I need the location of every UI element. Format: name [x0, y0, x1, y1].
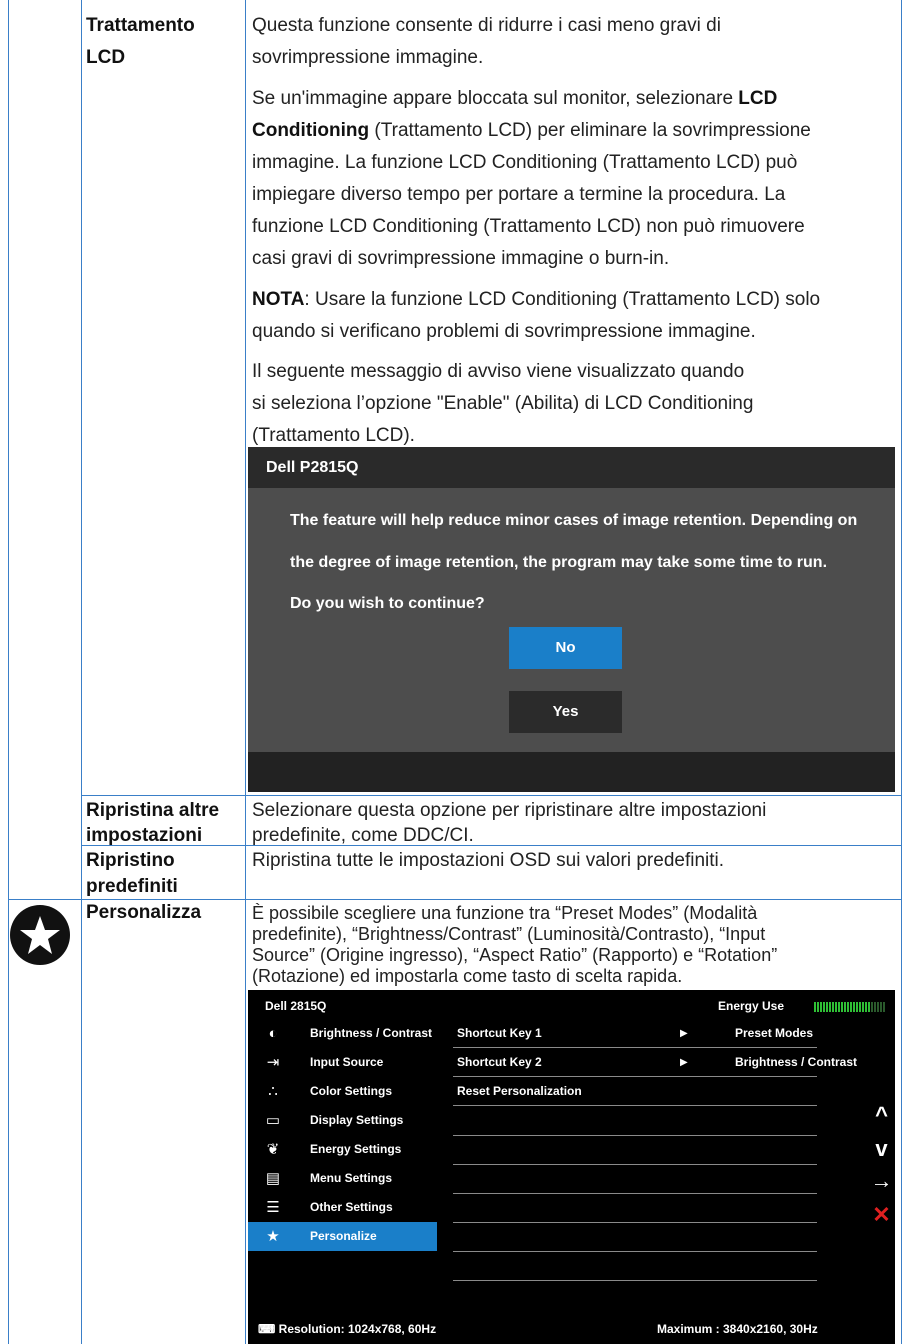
- menu-item-menu-settings[interactable]: ▤ Menu Settings: [248, 1164, 437, 1193]
- down-arrow-icon[interactable]: v: [868, 1136, 895, 1162]
- energy-bar: [823, 1002, 825, 1012]
- menu-item-personalize[interactable]: ★ Personalize: [248, 1222, 437, 1251]
- right-arrow-icon: ▶: [680, 1028, 688, 1039]
- energy-bar: [856, 1002, 858, 1012]
- energy-bar: [883, 1002, 885, 1012]
- color-settings-icon: ∴: [268, 1083, 278, 1100]
- osd-title: Dell 2815Q: [265, 999, 327, 1013]
- separator: [453, 1193, 817, 1194]
- menu-item-display-settings[interactable]: ▭ Display Settings: [248, 1106, 437, 1135]
- dialog-footer: [248, 752, 895, 792]
- energy-bar: [829, 1002, 831, 1012]
- energy-bar: [853, 1002, 855, 1012]
- energy-use-label: Energy Use: [718, 999, 785, 1013]
- dialog-title: Dell P2815Q: [248, 447, 895, 488]
- table-border-col1: [81, 0, 82, 1344]
- separator: [453, 1164, 817, 1165]
- shortcut-key-1-row[interactable]: Shortcut Key 1 ▶ Preset Modes: [453, 1019, 817, 1048]
- menu-settings-icon: ▤: [265, 1170, 281, 1187]
- energy-bar: [817, 1002, 819, 1012]
- menu-item-color-settings[interactable]: ∴ Color Settings: [248, 1077, 437, 1106]
- separator: [453, 1251, 817, 1252]
- dialog-message-2: the degree of image retention, the progr…: [290, 554, 828, 571]
- row-label-other-settings-reset: Ripristina altre impostazioni: [86, 800, 220, 846]
- lcd-note: NOTA: Usare la funzione LCD Conditioning…: [252, 289, 821, 342]
- reset-personalization-row[interactable]: Reset Personalization: [453, 1077, 817, 1106]
- energy-bar: [844, 1002, 846, 1012]
- energy-bar: [835, 1002, 837, 1012]
- star-icon: ★: [266, 1228, 280, 1245]
- dialog-message-1: The feature will help reduce minor cases…: [290, 512, 858, 529]
- energy-bar: [865, 1002, 867, 1012]
- table-border-left: [8, 0, 9, 1344]
- energy-settings-icon: ❦: [266, 1141, 280, 1158]
- energy-bar: [841, 1002, 843, 1012]
- enter-arrow-icon[interactable]: →: [868, 1168, 895, 1194]
- energy-bar: [862, 1002, 864, 1012]
- dialog-message-3: Do you wish to continue?: [290, 595, 485, 612]
- right-arrow-icon: ▶: [680, 1057, 688, 1068]
- yes-button[interactable]: Yes: [509, 691, 622, 733]
- brightness-icon: ◐: [268, 1025, 278, 1042]
- exit-x-icon[interactable]: ✕: [868, 1202, 895, 1228]
- energy-bar: [859, 1002, 861, 1012]
- lcd-warning-dialog: Dell P2815Q The feature will help reduce…: [248, 447, 895, 792]
- row-label-lcd-conditioning: Trattamento LCD: [86, 15, 195, 68]
- energy-bar: [814, 1002, 816, 1012]
- keyboard-icon: ⌨: [258, 1322, 276, 1336]
- shortcut-key-2-row[interactable]: Shortcut Key 2 ▶ Brightness / Contrast: [453, 1048, 857, 1077]
- up-arrow-icon[interactable]: ^: [868, 1102, 895, 1128]
- input-source-icon: ⇥: [266, 1054, 280, 1071]
- factory-reset-description: Ripristina tutte le impostazioni OSD sui…: [252, 850, 725, 871]
- energy-bar: [880, 1002, 882, 1012]
- row-label-factory-reset: Ripristino predefiniti: [86, 850, 178, 897]
- energy-bar: [871, 1002, 873, 1012]
- osd-personalize-menu: Dell 2815Q Energy Use ◐ Brightness / Con…: [248, 990, 895, 1344]
- lcd-description-1: Questa funzione consente di ridurre i ca…: [252, 15, 721, 68]
- lcd-description-2: Se un'immagine appare bloccata sul monit…: [252, 88, 811, 269]
- separator: [453, 1222, 817, 1223]
- energy-bar: [826, 1002, 828, 1012]
- energy-bar: [838, 1002, 840, 1012]
- energy-bar: [820, 1002, 822, 1012]
- separator: [453, 1105, 817, 1106]
- personalize-star-icon: [10, 905, 70, 965]
- menu-item-energy-settings[interactable]: ❦ Energy Settings: [248, 1135, 437, 1164]
- maximum-resolution-readout: Maximum : 3840x2160, 30Hz: [657, 1322, 818, 1336]
- table-border-col2: [245, 0, 246, 1344]
- display-settings-icon: ▭: [265, 1112, 281, 1129]
- menu-item-other-settings[interactable]: ☰ Other Settings: [248, 1193, 437, 1222]
- energy-bar: [832, 1002, 834, 1012]
- separator: [453, 1135, 817, 1136]
- energy-bar: [850, 1002, 852, 1012]
- menu-item-input-source[interactable]: ⇥ Input Source: [248, 1048, 437, 1077]
- energy-bar: [868, 1002, 870, 1012]
- energy-bar: [847, 1002, 849, 1012]
- energy-bar: [874, 1002, 876, 1012]
- other-settings-reset-description: Selezionare questa opzione per ripristin…: [252, 800, 767, 846]
- row-label-personalize: Personalizza: [86, 902, 202, 923]
- osd-navigation-buttons: ^ v → ✕: [868, 1100, 895, 1248]
- personalize-description: È possibile scegliere una funzione tra “…: [252, 903, 778, 986]
- no-button[interactable]: No: [509, 627, 622, 669]
- other-settings-icon: ☰: [266, 1199, 280, 1216]
- lcd-description-3: Il seguente messaggio di avviso viene vi…: [252, 361, 754, 446]
- energy-bar: [877, 1002, 879, 1012]
- menu-item-brightness-contrast[interactable]: ◐ Brightness / Contrast: [248, 1019, 437, 1048]
- separator: [453, 1280, 817, 1281]
- resolution-readout: ⌨ Resolution: 1024x768, 60Hz: [258, 1322, 437, 1336]
- row-divider-1: [81, 795, 902, 796]
